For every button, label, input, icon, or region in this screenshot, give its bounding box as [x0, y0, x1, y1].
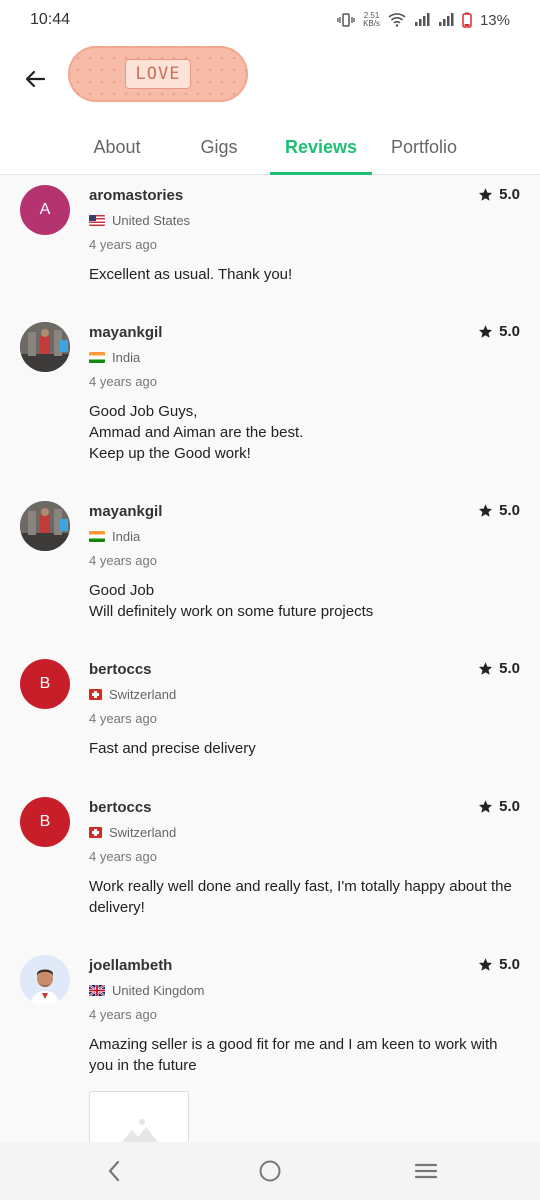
review-attachment-thumbnail[interactable]	[89, 1091, 189, 1142]
review-text: Excellent as usual. Thank you!	[89, 266, 293, 283]
reviews-list[interactable]: A aromastories 5.0 United States 4 years…	[0, 175, 540, 1142]
review-username[interactable]: joellambeth	[89, 957, 172, 974]
review-rating: 5.0	[478, 956, 520, 973]
nav-back-button[interactable]	[99, 1156, 129, 1186]
star-icon	[479, 662, 493, 675]
avatar[interactable]	[20, 501, 70, 551]
review-time: 4 years ago	[89, 553, 157, 568]
review-username[interactable]: mayankgil	[89, 503, 162, 520]
sticker-label: LOVE	[124, 59, 192, 89]
review-username[interactable]: mayankgil	[89, 324, 162, 341]
swiss-flag-icon	[89, 689, 102, 700]
wifi-icon	[388, 13, 406, 27]
review-item: A aromastories 5.0 United States 4 years…	[0, 175, 540, 312]
review-country: Switzerland	[89, 687, 176, 702]
review-rating: 5.0	[478, 798, 520, 815]
review-time: 4 years ago	[89, 711, 157, 726]
review-country: United States	[89, 213, 190, 228]
review-item: mayankgil 5.0 India 4 years ago Good Job…	[0, 312, 540, 491]
star-icon	[479, 800, 493, 813]
status-time: 10:44	[30, 11, 71, 28]
profile-tabs: About Gigs Reviews Portfolio	[0, 120, 540, 175]
review-rating: 5.0	[478, 186, 520, 203]
review-time: 4 years ago	[89, 374, 157, 389]
nav-recents-button[interactable]	[411, 1156, 441, 1186]
signal-icon-2	[438, 13, 454, 26]
image-placeholder-icon	[122, 1119, 158, 1142]
review-country: United Kingdom	[89, 983, 205, 998]
us-flag-icon	[89, 215, 105, 226]
review-item: mayankgil 5.0 India 4 years ago Good Job…	[0, 491, 540, 649]
india-flag-icon	[89, 531, 105, 542]
tab-about[interactable]: About	[66, 120, 168, 174]
review-text: Work really well done and really fast, I…	[89, 878, 512, 916]
review-time: 4 years ago	[89, 1007, 157, 1022]
star-icon	[479, 958, 493, 971]
review-rating: 5.0	[478, 323, 520, 340]
star-icon	[479, 504, 493, 517]
profile-sticker: LOVE	[68, 46, 248, 102]
review-text: Fast and precise delivery	[89, 740, 256, 757]
arrow-left-icon	[25, 70, 46, 88]
network-speed: 2.51 KB/s	[363, 11, 380, 28]
review-time: 4 years ago	[89, 849, 157, 864]
status-indicators: 2.51 KB/s 13%	[337, 12, 510, 29]
avatar[interactable]: B	[20, 659, 70, 709]
review-rating: 5.0	[478, 660, 520, 677]
vibrate-icon	[337, 13, 355, 27]
swiss-flag-icon	[89, 827, 102, 838]
avatar[interactable]: B	[20, 797, 70, 847]
review-username[interactable]: bertoccs	[89, 661, 152, 678]
signal-icon	[414, 13, 430, 26]
chevron-left-icon	[108, 1160, 120, 1182]
review-username[interactable]: bertoccs	[89, 799, 152, 816]
photo-avatar-image	[20, 322, 70, 372]
menu-lines-icon	[414, 1163, 438, 1179]
review-country: India	[89, 529, 140, 544]
review-username[interactable]: aromastories	[89, 187, 183, 204]
circle-home-icon	[259, 1160, 281, 1182]
status-bar: 10:44 2.51 KB/s 13%	[0, 0, 540, 40]
nav-home-button[interactable]	[255, 1156, 285, 1186]
review-time: 4 years ago	[89, 237, 157, 252]
tab-reviews[interactable]: Reviews	[270, 120, 372, 175]
system-nav-bar	[0, 1142, 540, 1200]
review-country: Switzerland	[89, 825, 176, 840]
star-icon	[479, 325, 493, 338]
battery-icon	[462, 12, 472, 28]
battery-level: 13%	[479, 11, 510, 29]
review-item: joellambeth 5.0 United Kingdom 4 years a…	[0, 945, 540, 1142]
star-icon	[479, 188, 493, 201]
photo-avatar-image	[20, 501, 70, 551]
app-header: LOVE	[0, 40, 540, 120]
tab-portfolio[interactable]: Portfolio	[372, 120, 476, 174]
review-country: India	[89, 350, 140, 365]
review-text: Good Job Will definitely work on some fu…	[89, 582, 374, 620]
avatar[interactable]	[20, 955, 70, 1005]
avatar[interactable]	[20, 322, 70, 372]
india-flag-icon	[89, 352, 105, 363]
person-avatar-image	[20, 955, 70, 1005]
review-text: Amazing seller is a good fit for me and …	[89, 1036, 498, 1074]
avatar[interactable]: A	[20, 185, 70, 235]
uk-flag-icon	[89, 985, 105, 996]
review-item: B bertoccs 5.0 Switzerland 4 years ago W…	[0, 787, 540, 945]
review-item: B bertoccs 5.0 Switzerland 4 years ago F…	[0, 649, 540, 787]
tab-gigs[interactable]: Gigs	[168, 120, 270, 174]
review-text: Good Job Guys, Ammad and Aiman are the b…	[89, 403, 304, 462]
back-button[interactable]	[20, 64, 50, 94]
review-rating: 5.0	[478, 502, 520, 519]
